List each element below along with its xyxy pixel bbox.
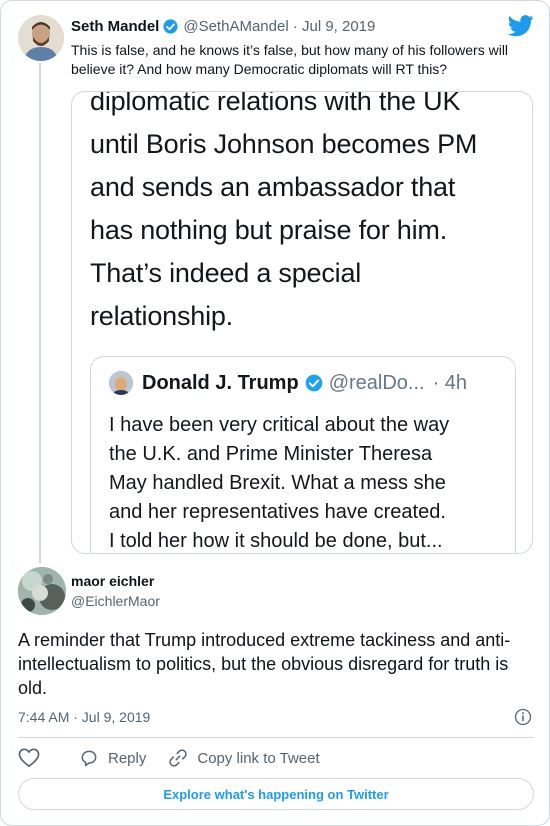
main-tweet-text: A reminder that Trump introduced extreme… <box>18 630 511 698</box>
info-icon[interactable] <box>513 707 533 727</box>
divider <box>18 737 534 738</box>
quoted-text-line: the U.K. and Prime Minister Theresa <box>109 443 433 465</box>
embedded-screenshot-image[interactable]: diplomatic relations with the UK until B… <box>71 91 533 554</box>
quoted-text-line: I told her how it should be done, but... <box>109 530 443 552</box>
quoted-text-line: May handled Brexit. What a mess she <box>109 472 446 494</box>
quoted-time: · 4h <box>432 371 468 394</box>
screenshot-text-line: diplomatic relations with the UK <box>90 91 461 116</box>
screenshot-text-line: That’s indeed a special <box>90 258 362 288</box>
copy-link-label: Copy link to Tweet <box>197 749 320 767</box>
verified-badge-icon <box>305 374 323 392</box>
parent-handle-date[interactable]: @SethAMandel · Jul 9, 2019 <box>183 18 375 35</box>
screenshot-tweet-text: diplomatic relations with the UK until B… <box>90 91 530 338</box>
heart-icon <box>18 748 40 767</box>
tweet-actions: Reply Copy link to Tweet <box>18 747 342 769</box>
tweet-embed-card: Seth Mandel @SethAMandel · Jul 9, 2019 T… <box>0 0 550 826</box>
quoted-tweet: Donald J. Trump @realDo... · 4h I have b… <box>90 356 516 553</box>
quoted-text-line: and her representatives have created. <box>109 501 446 523</box>
screenshot-text-line: until Boris Johnson becomes PM <box>90 129 478 159</box>
main-author-name[interactable]: maor eichler <box>71 573 154 589</box>
quoted-author-name: Donald J. Trump <box>142 371 299 394</box>
quoted-tweet-text: I have been very critical about the way … <box>109 411 509 553</box>
avatar-trump <box>109 371 133 395</box>
quoted-handle: @realDo... <box>328 371 425 394</box>
thread-line <box>39 63 41 563</box>
reply-button[interactable]: Reply <box>79 748 146 768</box>
parent-tweet-text: This is false, and he knows it’s false, … <box>71 42 509 77</box>
like-button[interactable] <box>18 748 49 768</box>
reply-icon <box>81 750 97 767</box>
quoted-text-line: I have been very critical about the way <box>109 414 450 436</box>
twitter-bird-icon[interactable] <box>508 15 534 37</box>
explore-twitter-button[interactable]: Explore what's happening on Twitter <box>18 778 534 810</box>
screenshot-text-line: and sends an ambassador that <box>90 172 456 202</box>
avatar-seth-mandel[interactable] <box>18 15 64 61</box>
verified-badge-icon <box>163 19 178 34</box>
parent-tweet-header: Seth Mandel @SethAMandel · Jul 9, 2019 <box>71 18 375 35</box>
link-icon <box>169 749 188 767</box>
tweet-timestamp[interactable]: 7:44 AM · Jul 9, 2019 <box>18 709 150 725</box>
screenshot-text-line: relationship. <box>90 301 233 331</box>
screenshot-text-line: has nothing but praise for him. <box>90 215 448 245</box>
quoted-tweet-header: Donald J. Trump @realDo... · 4h <box>109 371 467 395</box>
parent-author-name[interactable]: Seth Mandel <box>71 18 159 35</box>
avatar-maor-eichler[interactable] <box>18 567 66 615</box>
main-author-handle[interactable]: @EichlerMaor <box>71 593 160 609</box>
copy-link-button[interactable]: Copy link to Tweet <box>168 748 320 768</box>
reply-label: Reply <box>108 749 147 767</box>
